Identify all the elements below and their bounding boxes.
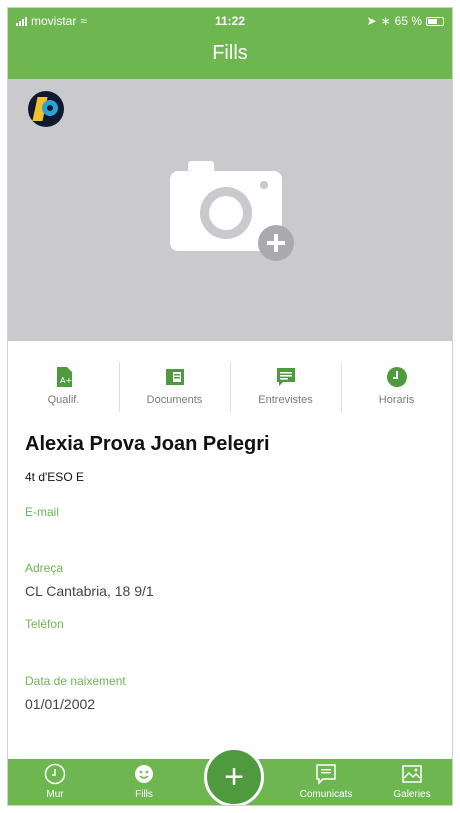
- shortcut-row: A+ Qualif. Documents Entrevistes Horaris: [8, 358, 452, 414]
- clock-icon: [44, 763, 66, 785]
- location-icon: ➤: [366, 14, 377, 28]
- bluetooth-icon: ∗: [380, 14, 391, 28]
- phone-label: Telèfon: [25, 617, 64, 631]
- student-name: Alexia Prova Joan Pelegri: [25, 433, 270, 455]
- profile-photo-area[interactable]: [8, 79, 452, 341]
- add-photo-camera-icon[interactable]: [166, 157, 294, 261]
- chat-icon: [276, 368, 295, 386]
- add-button[interactable]: +: [204, 747, 264, 805]
- page-title: Fills: [212, 42, 248, 64]
- address-label: Adreça: [25, 561, 64, 575]
- document-icon: [165, 369, 184, 385]
- school-logo-avatar[interactable]: [28, 91, 64, 127]
- birthdate-label: Data de naixement: [25, 674, 126, 688]
- gallery-icon: [402, 765, 422, 783]
- student-course: 4t d'ESO E: [25, 470, 84, 484]
- battery-label: 65 %: [394, 14, 422, 28]
- tab-comunicats[interactable]: Comunicats: [291, 763, 361, 800]
- birthdate-value: 01/01/2002: [25, 696, 96, 712]
- email-label: E-mail: [25, 505, 60, 519]
- status-bar: movistar ≈ 11:22 ➤ ∗ 65 %: [8, 12, 452, 30]
- shortcut-horaris[interactable]: Horaris: [341, 358, 452, 414]
- shortcut-entrevistes[interactable]: Entrevistes: [230, 358, 341, 414]
- address-value: CL Cantabria, 18 9/1: [25, 583, 154, 599]
- tab-fills[interactable]: Fills: [109, 763, 179, 800]
- smiley-icon: [135, 765, 153, 783]
- app-header: movistar ≈ 11:22 ➤ ∗ 65 % Fills: [8, 8, 452, 79]
- message-icon: [316, 764, 336, 785]
- svg-text:A+: A+: [60, 376, 72, 385]
- shortcut-qualif[interactable]: A+ Qualif.: [8, 358, 119, 414]
- tab-mur[interactable]: Mur: [20, 763, 90, 800]
- shortcut-documents[interactable]: Documents: [119, 358, 230, 414]
- clock-icon: [386, 367, 407, 387]
- battery-icon: [426, 16, 444, 26]
- grade-doc-icon: A+: [56, 367, 72, 387]
- phone-screen: movistar ≈ 11:22 ➤ ∗ 65 % Fills A+ Quali…: [7, 7, 453, 806]
- tab-galeries[interactable]: Galeries: [377, 763, 447, 800]
